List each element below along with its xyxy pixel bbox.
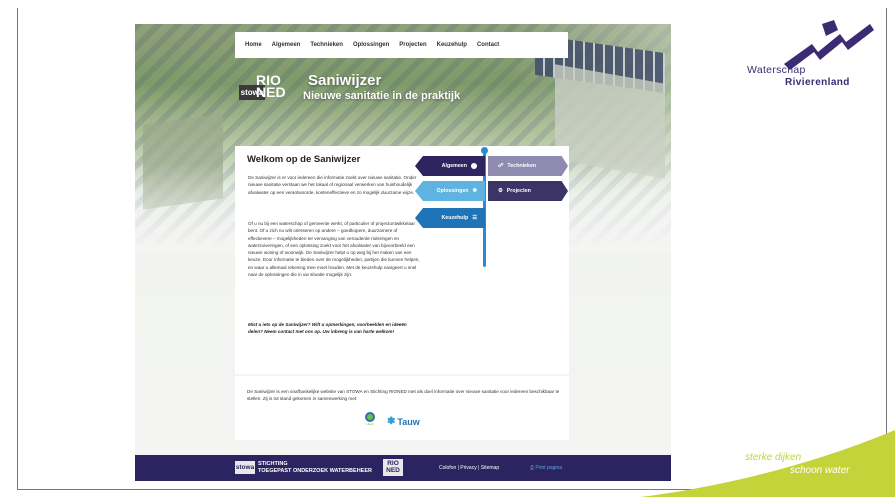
footer-stowa-logo: stowa: [235, 461, 255, 474]
menu-button-oplossingen[interactable]: Oplossingen ✱: [415, 181, 485, 201]
hero-subtitle: Nieuwe sanitatie in de praktijk: [303, 90, 461, 102]
welcome-paragraph-1: De Saniwijzer is er voor iedereen die in…: [248, 175, 417, 195]
nav-contact[interactable]: Contact: [477, 42, 499, 48]
menu-button-algemeen-label: Algemeen: [441, 163, 467, 169]
about-text: De Saniwijzer is een onafhankelijke webs…: [247, 389, 560, 401]
nav-technieken[interactable]: Technieken: [310, 42, 343, 48]
footer-rioned-logo: RIO NED: [383, 459, 403, 476]
presentation-slide: Home Algemeen Technieken Oplossingen Pro…: [0, 0, 895, 497]
footer-rioned-bottom: NED: [386, 467, 400, 474]
footer-print-link[interactable]: ⎙ Print pagina: [530, 465, 562, 471]
welcome-paragraph-3[interactable]: Mist u iets op de Saniwijzer? Wilt u opm…: [248, 321, 421, 336]
tauw-logo-text: Tauw: [397, 416, 420, 427]
gear-icon: ✱: [472, 188, 477, 194]
info-icon: [471, 163, 477, 169]
nav-algemeen[interactable]: Algemeen: [272, 42, 301, 48]
menu-button-keuzehulp[interactable]: Keuzehulp ☰: [415, 208, 485, 228]
about-panel: De Saniwijzer is een onafhankelijke webs…: [235, 376, 569, 440]
print-icon: ⎙: [530, 465, 535, 471]
footer-print-label: Print pagina: [535, 465, 563, 471]
menu-button-technieken-label: Technieken: [507, 163, 537, 169]
nav-oplossingen[interactable]: Oplossingen: [353, 42, 389, 48]
saniwijzer-website-screenshot: Home Algemeen Technieken Oplossingen Pro…: [135, 24, 671, 481]
welcome-paragraph-2: Of u nu bij een waterschap of gemeente w…: [248, 221, 420, 278]
welcome-panel: Welkom op de Saniwijzer De Saniwijzer is…: [235, 146, 569, 374]
slogan-line-2: schoon water: [790, 465, 850, 476]
brand-name-line-1: Waterschap: [747, 64, 806, 76]
settings-icon: ⚙: [498, 188, 503, 194]
footer-rioned-top: RIO: [387, 460, 399, 467]
brand-name-line-2: Rivierenland: [785, 77, 850, 88]
menu-button-projecten[interactable]: ⚙ Projecten: [488, 181, 568, 201]
slogan-line-1: sterke dijken: [745, 452, 802, 463]
menu-button-oplossingen-label: Oplossingen: [436, 188, 469, 194]
hero-title: Saniwijzer: [308, 72, 382, 89]
footer-links[interactable]: Colofon | Privacy | Sitemap: [439, 465, 499, 471]
site-nav: Home Algemeen Technieken Oplossingen Pro…: [235, 32, 568, 58]
partner-logo-leaf[interactable]: LEAF: [365, 412, 375, 426]
footer-stichting-text: STICHTING TOEGEPAST ONDERZOEK WATERBEHEE…: [258, 461, 372, 474]
site-footer: stowa STICHTING TOEGEPAST ONDERZOEK WATE…: [135, 455, 671, 481]
waterschap-rivierenland-logo-icon: [784, 20, 874, 70]
link-icon: ☍: [498, 163, 504, 169]
footer-stichting-line-2: TOEGEPAST ONDERZOEK WATERBEHEER: [258, 467, 372, 474]
leaf-logo-icon: [365, 412, 375, 422]
tauw-logo-icon: ❃: [387, 416, 396, 427]
partner-logo-tauw[interactable]: ❃ Tauw: [387, 416, 420, 427]
welcome-title: Welkom op de Saniwijzer: [247, 154, 361, 165]
hero-photo-house-right: [555, 64, 665, 179]
nav-keuzehulp[interactable]: Keuzehulp: [437, 42, 467, 48]
nav-home[interactable]: Home: [245, 42, 262, 48]
menu-button-technieken[interactable]: ☍ Technieken: [488, 156, 568, 176]
menu-button-algemeen[interactable]: Algemeen: [415, 156, 485, 176]
checklist-icon: ☰: [472, 215, 477, 221]
leaf-logo-text: LEAF: [366, 422, 374, 426]
menu-button-keuzehulp-label: Keuzehulp: [441, 215, 469, 221]
rioned-logo-bottom: NED: [256, 84, 286, 100]
menu-button-projecten-label: Projecten: [506, 188, 531, 194]
nav-projecten[interactable]: Projecten: [399, 42, 426, 48]
rioned-logo: RIO NED: [256, 73, 286, 100]
